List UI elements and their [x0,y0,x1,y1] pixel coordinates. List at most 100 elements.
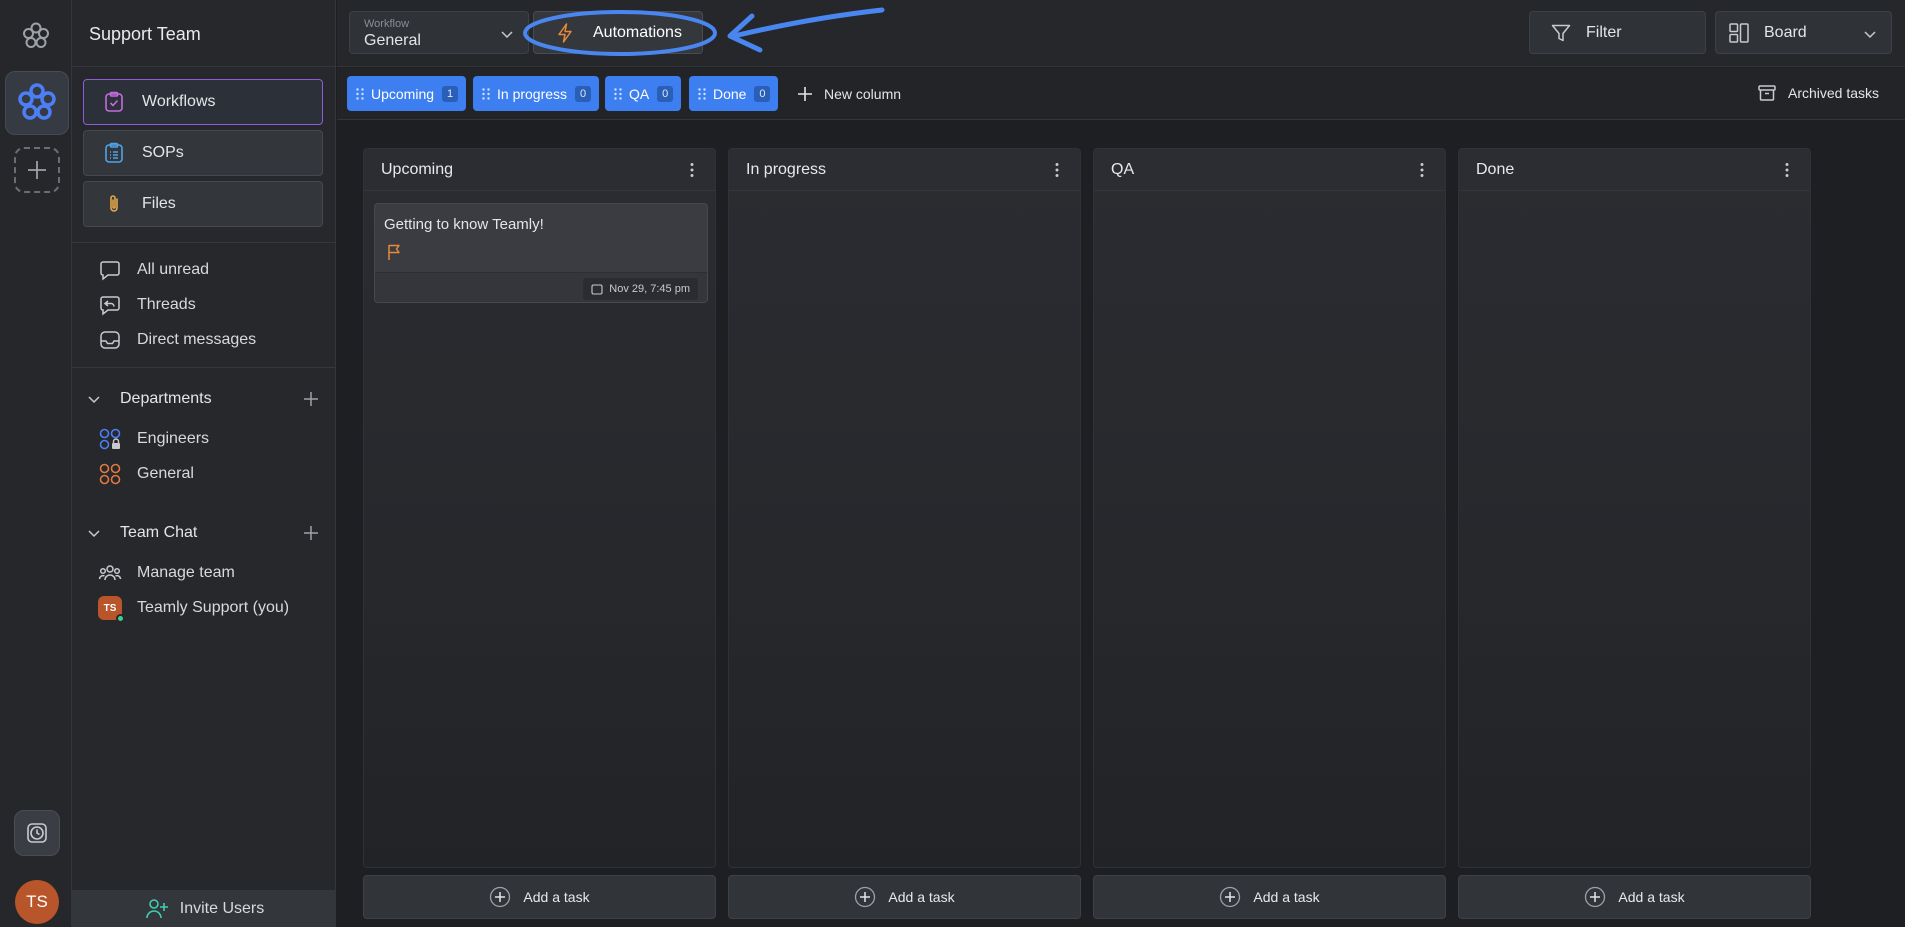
workspace-logo-icon [18,83,56,120]
chip-count: 0 [657,85,674,102]
app-logo-icon[interactable] [20,20,52,52]
chevron-down-icon [88,530,100,538]
departments-header[interactable]: Departments [86,386,326,412]
add-task-label: Add a task [523,889,590,905]
chip-label: In progress [497,85,568,102]
task-due-date[interactable]: Nov 29, 7:45 pm [583,278,698,300]
add-user-icon [145,898,168,918]
sidebar-item-teamly-support[interactable]: TS Teamly Support (you) [98,594,289,623]
add-task-label: Add a task [888,889,955,905]
list-clipboard-icon [102,141,126,165]
board-column-upcoming: Upcoming Getting to know Teamly! Nov 29,… [363,148,716,868]
sidebar-item-engineers[interactable]: Engineers [98,425,209,453]
workspace-rail: TS [0,0,72,927]
reply-bubble-icon [98,293,122,317]
column-title: Done [1476,161,1515,178]
filter-label: Filter [1586,23,1622,41]
plus-icon [798,87,812,101]
sidebar-item-label: Threads [137,296,196,313]
chip-count: 0 [575,85,592,102]
task-card[interactable]: Getting to know Teamly! Nov 29, 7:45 pm [374,203,708,303]
new-column-label: New column [824,86,902,102]
archived-tasks-button[interactable]: Archived tasks [1757,83,1879,103]
inbox-icon [98,328,122,352]
chevron-down-icon [501,31,513,39]
plus-icon[interactable] [302,390,320,408]
view-select[interactable]: Board [1715,11,1892,54]
invite-label: Invite Users [179,899,265,917]
nav-label: SOPs [142,144,184,161]
more-vertical-icon[interactable] [1413,161,1431,179]
sidebar-item-label: Manage team [137,564,235,581]
user-avatar[interactable]: TS [15,880,59,924]
clipboard-check-icon [102,90,126,114]
nav-label: Workflows [142,93,216,110]
workspace-switcher[interactable] [5,71,69,135]
nav-sops[interactable]: SOPs [83,130,323,176]
chip-count: 0 [754,85,771,102]
add-task-button-upcoming[interactable]: Add a task [363,875,716,919]
column-header: Done [1459,149,1810,191]
sidebar-item-direct-messages[interactable]: Direct messages [98,326,256,354]
task-footer: Nov 29, 7:45 pm [375,272,707,302]
drag-handle-icon[interactable] [613,87,623,101]
workflow-select-label: Workflow [364,18,410,30]
sidebar-item-label: Engineers [137,430,210,447]
column-title: Upcoming [381,161,454,178]
invite-users-button[interactable]: Invite Users [72,890,336,927]
column-chip-qa[interactable]: QA 0 [605,76,682,111]
sidebar: Support Team Workflows SOPs Files All un… [72,0,336,927]
drag-handle-icon[interactable] [355,87,365,101]
team-chat-header[interactable]: Team Chat [86,520,326,546]
drag-handle-icon[interactable] [481,87,491,101]
workflow-select[interactable]: Workflow General [349,11,529,54]
new-column-button[interactable]: New column [796,85,901,103]
nav-workflows[interactable]: Workflows [83,79,323,125]
filter-button[interactable]: Filter [1529,11,1706,54]
sidebar-item-all-unread[interactable]: All unread [98,256,209,284]
column-chip-done[interactable]: Done 0 [689,76,779,111]
plus-icon [28,161,46,179]
sidebar-item-manage-team[interactable]: Manage team [98,559,235,587]
column-chip-in-progress[interactable]: In progress 0 [473,76,600,111]
add-task-button-in-progress[interactable]: Add a task [728,875,1081,919]
drag-handle-icon[interactable] [697,87,707,101]
grid-lock-icon [98,427,122,451]
sidebar-item-label: Direct messages [137,331,257,348]
automations-label: Automations [593,23,682,41]
clock-icon [27,823,47,843]
add-workspace-button[interactable] [14,147,60,193]
chevron-down-icon [88,396,100,404]
online-status-dot [116,614,125,623]
history-button[interactable] [14,810,60,856]
sidebar-item-threads[interactable]: Threads [98,291,196,319]
sidebar-item-general[interactable]: General [98,460,194,488]
flag-icon [388,244,400,260]
sidebar-item-label: General [137,465,194,482]
archive-icon [1758,85,1776,101]
column-header: QA [1094,149,1445,191]
plus-icon[interactable] [302,524,320,542]
more-vertical-icon[interactable] [683,161,701,179]
top-toolbar: Workflow General Automations Filter Boar… [337,0,1905,67]
plus-circle-icon [855,886,876,908]
add-task-button-qa[interactable]: Add a task [1093,875,1446,919]
archived-tasks-label: Archived tasks [1788,85,1880,101]
more-vertical-icon[interactable] [1778,161,1796,179]
column-chip-upcoming[interactable]: Upcoming 1 [347,76,467,111]
calendar-icon [591,284,603,295]
automations-button[interactable]: Automations [533,11,703,54]
column-header: Upcoming [364,149,715,191]
chip-label: Done [713,85,747,102]
paperclip-icon [102,192,126,216]
task-date-label: Nov 29, 7:45 pm [609,283,690,295]
plus-circle-icon [490,886,511,908]
view-label: Board [1764,23,1807,41]
plus-circle-icon [1220,886,1241,908]
people-icon [98,561,122,585]
nav-files[interactable]: Files [83,181,323,227]
add-task-button-done[interactable]: Add a task [1458,875,1811,919]
more-vertical-icon[interactable] [1048,161,1066,179]
divider [72,242,336,243]
task-title: Getting to know Teamly! [384,216,544,233]
